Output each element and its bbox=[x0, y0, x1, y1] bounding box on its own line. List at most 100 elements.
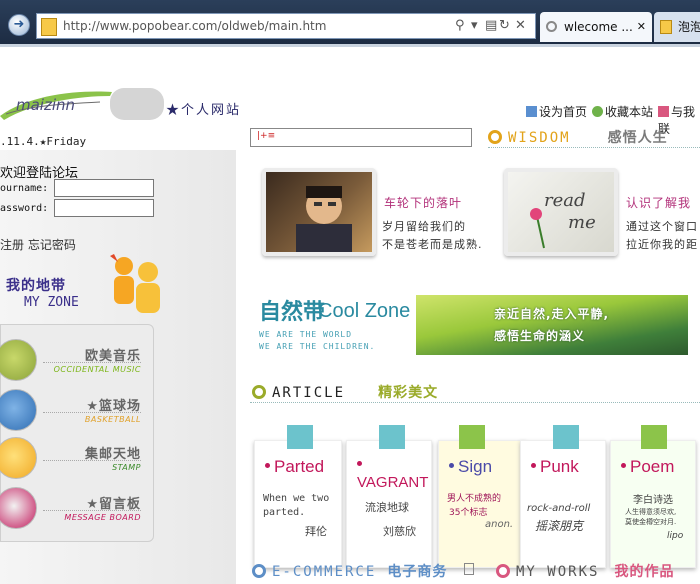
section-title-en: WISDOM bbox=[508, 130, 571, 146]
nature-banner-image[interactable]: 亲近自然,走入平静, 感悟生命的涵义 bbox=[416, 295, 688, 355]
menu-label: 欧美音乐 bbox=[84, 349, 141, 364]
tape-decoration bbox=[641, 425, 667, 449]
section-underline bbox=[488, 147, 700, 148]
menu-sublabel: STAMP bbox=[112, 463, 141, 472]
section-title-cn: 精彩美文 bbox=[378, 385, 439, 401]
section-title-cn: 我的作品 bbox=[614, 564, 675, 580]
username-input[interactable] bbox=[54, 179, 154, 197]
menu-item-message-board[interactable]: ★留言板 MESSAGE BOARD bbox=[0, 487, 153, 531]
note-line: 男人不成熟的 bbox=[447, 494, 502, 504]
section-title-en: MY WORKS bbox=[516, 564, 600, 580]
menu-item-basketball[interactable]: ★篮球场 BASKETBALL bbox=[0, 389, 153, 433]
link-label: 收藏本站 bbox=[605, 105, 654, 119]
article-note-parted[interactable]: Parted When we two parted. 拜伦 bbox=[254, 425, 342, 568]
music-icon bbox=[0, 339, 37, 381]
article-section-header: ARTICLE 精彩美文 bbox=[252, 382, 438, 402]
note-line: 摇滚朋克 bbox=[535, 519, 584, 533]
note-line: anon. bbox=[485, 519, 514, 530]
menu-sublabel: OCCIDENTAL MUSIC bbox=[53, 365, 141, 374]
note-line: 人生得意须尽欢, bbox=[625, 508, 677, 516]
read-me-image: read me bbox=[530, 190, 596, 249]
note-line: lipo bbox=[667, 531, 684, 541]
tab-popobear[interactable]: 泡泡 bbox=[654, 12, 700, 42]
site-logo[interactable]: maizinn bbox=[0, 84, 112, 122]
url-text: http://www.popobear.com/oldweb/main.htm bbox=[63, 19, 327, 33]
coolzone-line: WE ARE THE WORLD bbox=[259, 330, 353, 339]
note-title-text: Parted bbox=[274, 457, 325, 476]
works-section-header: MY WORKS 我的作品 bbox=[496, 561, 675, 581]
wisdom-photo-1[interactable] bbox=[262, 168, 376, 256]
note-title: Poem bbox=[621, 457, 674, 477]
bookmark-icon bbox=[592, 106, 603, 117]
section-title-en: ARTICLE bbox=[272, 385, 346, 401]
tape-decoration bbox=[553, 425, 579, 449]
wisdom-section-header: WISDOM 感悟人生 bbox=[488, 127, 668, 147]
menu-label: ★篮球场 bbox=[86, 399, 141, 414]
coolzone-title-cn: 自然带 bbox=[259, 300, 326, 325]
menu-sublabel: MESSAGE BOARD bbox=[64, 513, 141, 522]
myzone-title-cn: 我的地带 bbox=[6, 278, 66, 294]
wisdom-card-text: 岁月留给我们的 不是苍老而是成熟. bbox=[382, 218, 483, 254]
address-bar[interactable]: http://www.popobear.com/oldweb/main.htm … bbox=[36, 13, 536, 39]
forward-icon[interactable]: ➜ bbox=[8, 14, 30, 36]
menu-sublabel: BASKETBALL bbox=[84, 415, 141, 424]
note-line: 拜伦 bbox=[305, 525, 327, 538]
myzone-figures-icon bbox=[110, 254, 160, 313]
search-icon[interactable]: ⚲ bbox=[455, 18, 465, 33]
card-line: 不是苍老而是成熟. bbox=[382, 238, 483, 251]
refresh-icon[interactable]: ↻ bbox=[499, 18, 510, 33]
article-note-punk[interactable]: Punk rock-and-roll 摇滚朋克 bbox=[520, 425, 606, 568]
close-tab-icon[interactable]: ✕ bbox=[637, 12, 646, 42]
article-note-sign[interactable]: Sign 男人不成熟的 35个标志 anon. bbox=[438, 425, 526, 568]
loading-icon bbox=[546, 21, 557, 32]
tape-decoration bbox=[379, 425, 405, 449]
note-title: Sign bbox=[449, 457, 492, 477]
wisdom-photo-2[interactable]: read me bbox=[504, 168, 618, 256]
link-label: 设为首页 bbox=[539, 105, 588, 119]
compat-view-icon[interactable]: ▤ bbox=[485, 18, 497, 33]
menu-item-stamp[interactable]: 集邮天地 STAMP bbox=[0, 437, 153, 481]
coolzone-title-en: Cool Zone bbox=[318, 300, 411, 322]
note-title: VAGRANT bbox=[357, 457, 431, 491]
note-title-text: Sign bbox=[458, 457, 493, 476]
menu-item-music[interactable]: 欧美音乐 OCCIDENTAL MUSIC bbox=[0, 339, 153, 383]
note-line: 流浪地球 bbox=[365, 501, 409, 514]
coolzone-line: WE ARE THE CHILDREN. bbox=[259, 342, 376, 351]
note-line: rock-and-roll bbox=[527, 503, 591, 514]
register-forgot-links[interactable]: 注册 忘记密码 bbox=[0, 236, 76, 253]
set-homepage-link[interactable]: 设为首页 bbox=[526, 103, 587, 120]
password-input[interactable] bbox=[54, 199, 154, 217]
zone-menu: 欧美音乐 OCCIDENTAL MUSIC ★篮球场 BASKETBALL 集邮… bbox=[0, 324, 154, 542]
dropdown-arrow-icon[interactable]: ▾ bbox=[471, 18, 478, 33]
article-note-vagrant[interactable]: VAGRANT 流浪地球 刘慈欣 bbox=[346, 425, 432, 568]
toolbar-divider bbox=[0, 44, 700, 47]
article-note-poem[interactable]: Poem 李白诗选 人生得意须尽欢, 莫使金樽空对月. lipo bbox=[610, 425, 696, 568]
home-icon bbox=[526, 106, 537, 117]
page-favicon-icon bbox=[660, 20, 672, 34]
note-title-text: Poem bbox=[630, 457, 675, 476]
site-search-input[interactable]: |+≡ bbox=[250, 128, 472, 147]
note-line: When we two bbox=[263, 493, 330, 504]
wisdom-card-title[interactable]: 认识了解我 bbox=[626, 194, 691, 211]
wisdom-card-title[interactable]: 车轮下的落叶 bbox=[384, 194, 462, 211]
myzone-title-en: MY ZONE bbox=[24, 295, 79, 310]
portrait-image bbox=[296, 186, 352, 252]
page-favicon-icon bbox=[41, 18, 57, 36]
bookmark-link[interactable]: 收藏本站 bbox=[592, 103, 653, 120]
card-line: 通过这个窗口 bbox=[626, 220, 698, 233]
note-line: 刘慈欣 bbox=[383, 525, 416, 538]
username-label: ourname: bbox=[0, 183, 49, 194]
tape-decoration bbox=[459, 425, 485, 449]
wisdom-card-text: 通过这个窗口 拉近你我的距 bbox=[626, 218, 698, 254]
tab-welcome[interactable]: wlecome ... ✕ bbox=[540, 12, 652, 42]
stop-icon[interactable]: ✕ bbox=[515, 18, 526, 33]
section-title-en: E-COMMERCE bbox=[272, 564, 377, 580]
contact-icon bbox=[658, 106, 669, 117]
section-bullet-icon bbox=[252, 564, 266, 578]
ecommerce-section-header: E-COMMERCE 电子商务 bbox=[252, 561, 447, 581]
section-title-cn: 感悟人生 bbox=[607, 130, 668, 146]
note-line: 35个标志 bbox=[449, 508, 488, 518]
password-label: assword: bbox=[0, 203, 49, 214]
note-line: 李白诗选 bbox=[633, 495, 673, 506]
section-title-cn: 电子商务 bbox=[387, 564, 448, 580]
